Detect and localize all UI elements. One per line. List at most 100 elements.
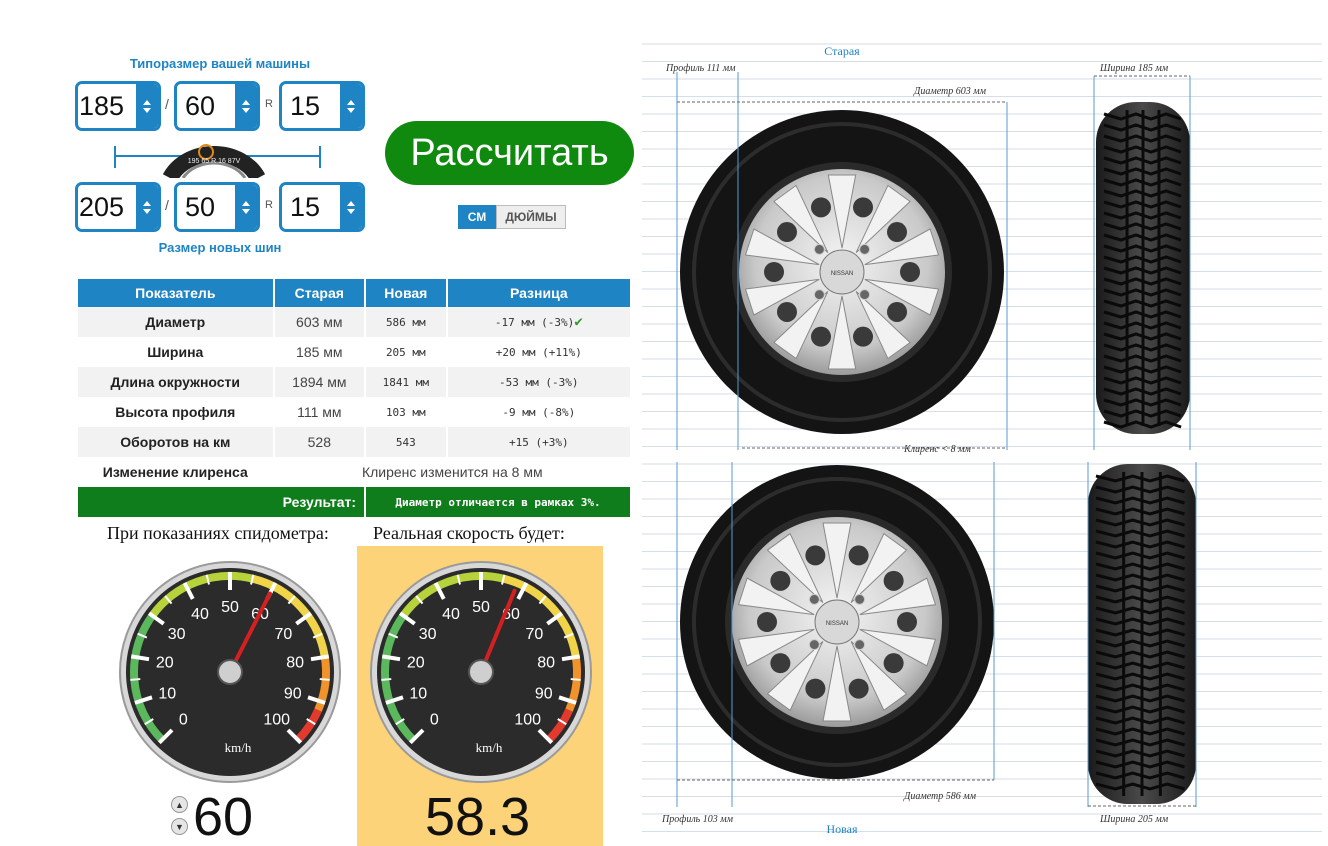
row-diff-value: -17 мм (-3%)	[494, 316, 575, 329]
new-profile-stepper[interactable]: 50	[174, 182, 260, 232]
spinner-arrows-icon[interactable]	[340, 185, 362, 229]
current-radius-stepper[interactable]: 15	[279, 81, 365, 131]
new-diameter-label: Диаметр 586 мм	[903, 791, 977, 802]
new-size-label: Размер новых шин	[158, 240, 282, 255]
tire-size-connector: 195 65 R 16 87V	[114, 144, 321, 178]
current-size-label: Типоразмер вашей машины	[129, 56, 311, 71]
gauge-tick-label: 50	[221, 599, 239, 616]
row-old: 185 мм	[296, 344, 343, 360]
row-new: 103 мм	[385, 405, 426, 419]
clearance-label: Изменение клиренса	[102, 464, 248, 480]
row-old: 528	[274, 427, 365, 457]
current-radius-value: 15	[290, 90, 321, 121]
result-row: Результат: Диаметр отличается в рамках 3…	[78, 487, 630, 517]
header-new: Новая	[366, 279, 446, 307]
new-profile-value: 50	[185, 191, 216, 222]
gauge-tick	[570, 678, 581, 681]
gauge-tick-label: 70	[274, 626, 292, 643]
gauge-tick	[381, 654, 401, 662]
new-radius-stepper[interactable]: 15	[279, 182, 365, 232]
row-diff: -53 мм (-3%)	[447, 367, 630, 397]
gauge-tick-label: 30	[419, 626, 437, 643]
real-speed-value: 58.3	[425, 787, 531, 846]
old-tire-side-view: NISSAN	[680, 110, 1004, 434]
gauge-tick	[561, 654, 581, 662]
row-new: 205 мм	[385, 345, 426, 359]
row-new: 543	[366, 427, 446, 457]
gauge-tick-label: 20	[156, 655, 174, 672]
gauge-tick-label: 40	[442, 606, 460, 623]
speedometer-gauge: 0102030405060708090100km/h	[119, 561, 341, 783]
unit-cm-toggle[interactable]: СМ	[458, 205, 496, 229]
old-tire-front-view	[1096, 102, 1190, 434]
spinner-arrows-icon[interactable]	[235, 185, 257, 229]
row-diff: -17 мм (-3%)✔	[447, 307, 630, 337]
calculate-button[interactable]: Рассчитать	[385, 121, 634, 185]
row-old: 1894 мм	[274, 367, 365, 397]
gauge-tick-label: 90	[535, 685, 553, 702]
gauge-tick	[130, 678, 141, 681]
speed-up-button[interactable]: ▲	[171, 796, 188, 813]
result-label: Результат:	[78, 487, 365, 517]
speedometer-reading-label: При показаниях спидометра:	[107, 523, 329, 543]
row-new: 1841 мм	[366, 367, 446, 397]
table-row: Оборотов на км 528 543 +15 (+3%)	[78, 427, 630, 457]
hub-logo: NISSAN	[826, 621, 848, 627]
real-speed-gauge: 010203040 50 60708090100km/h	[370, 561, 592, 783]
gauge-tick-label: 50	[472, 599, 490, 616]
gauge-tick	[381, 678, 392, 681]
gauge-tick	[130, 654, 150, 662]
spinner-arrows-icon[interactable]	[235, 84, 257, 128]
header-old: Старая	[274, 279, 365, 307]
new-tire-front-view	[1088, 464, 1196, 804]
gauge-tick-label: 20	[407, 655, 425, 672]
row-old: 111 мм	[297, 404, 342, 420]
real-speed-label: Реальная скорость будет:	[373, 523, 565, 543]
row-label: Длина окружности	[78, 367, 273, 397]
old-width-label: Ширина 185 мм	[1099, 63, 1169, 74]
current-width-value: 185	[79, 90, 125, 121]
old-tire-title: Старая	[824, 44, 860, 58]
row-diff: +15 (+3%)	[447, 427, 630, 457]
new-tire-side-view: NISSAN	[680, 465, 994, 779]
old-diameter-label: Диаметр 603 мм	[913, 86, 987, 97]
gauge-tick-label: 30	[168, 626, 186, 643]
table-row: Диаметр 603 мм 586 мм -17 мм (-3%)✔	[78, 307, 630, 337]
row-old: 603 мм	[274, 307, 365, 337]
clearance-row: Изменение клиренса Клиренс изменится на …	[78, 457, 630, 487]
radius-separator: R	[265, 98, 273, 110]
comparison-table: Показатель Старая Новая Разница Диаметр …	[76, 279, 632, 517]
unit-inch-toggle[interactable]: ДЮЙМЫ	[496, 205, 566, 229]
gauge-tick-label: 80	[537, 655, 555, 672]
gauge-tick-label: 80	[286, 655, 304, 672]
tire-badge-text: 195 65 R 16 87V	[188, 158, 241, 165]
row-diff: +20 мм (+11%)	[495, 345, 582, 359]
current-width-stepper[interactable]: 185	[75, 81, 161, 131]
new-radius-value: 15	[290, 191, 321, 222]
old-profile-label: Профиль 111 мм	[665, 63, 736, 74]
row-label: Диаметр	[78, 307, 273, 337]
gauge-tick-label: 0	[430, 712, 439, 729]
new-profile-label: Профиль 103 мм	[661, 814, 734, 825]
new-width-stepper[interactable]: 205	[75, 182, 161, 232]
radius-separator: R	[265, 199, 273, 211]
row-label: Ширина	[147, 344, 204, 360]
tire-comparison-diagram: Старая Новая NISSAN NISSAN Профиль 111 м…	[642, 43, 1322, 836]
gauge-tick-label: 10	[409, 685, 427, 702]
spinner-arrows-icon[interactable]	[136, 185, 158, 229]
speed-down-button[interactable]: ▼	[171, 818, 188, 835]
gauge-unit: km/h	[225, 740, 252, 755]
spinner-arrows-icon[interactable]	[340, 84, 362, 128]
gauge-hub	[468, 659, 494, 685]
gauge-tick-label: 100	[263, 712, 290, 729]
table-row: Высота профиля 111 мм 103 мм -9 мм (-8%)	[78, 397, 630, 427]
spinner-arrows-icon[interactable]	[136, 84, 158, 128]
new-width-label: Ширина 205 мм	[1099, 814, 1169, 825]
gauge-tick-label: 100	[514, 712, 541, 729]
result-value: Диаметр отличается в рамках 3%.	[366, 487, 630, 517]
current-profile-stepper[interactable]: 60	[174, 81, 260, 131]
new-tire-title: Новая	[826, 822, 858, 836]
gauge-tick-label: 90	[284, 685, 302, 702]
speedometer-value[interactable]: 60	[193, 786, 253, 846]
slash-separator: /	[165, 96, 169, 112]
